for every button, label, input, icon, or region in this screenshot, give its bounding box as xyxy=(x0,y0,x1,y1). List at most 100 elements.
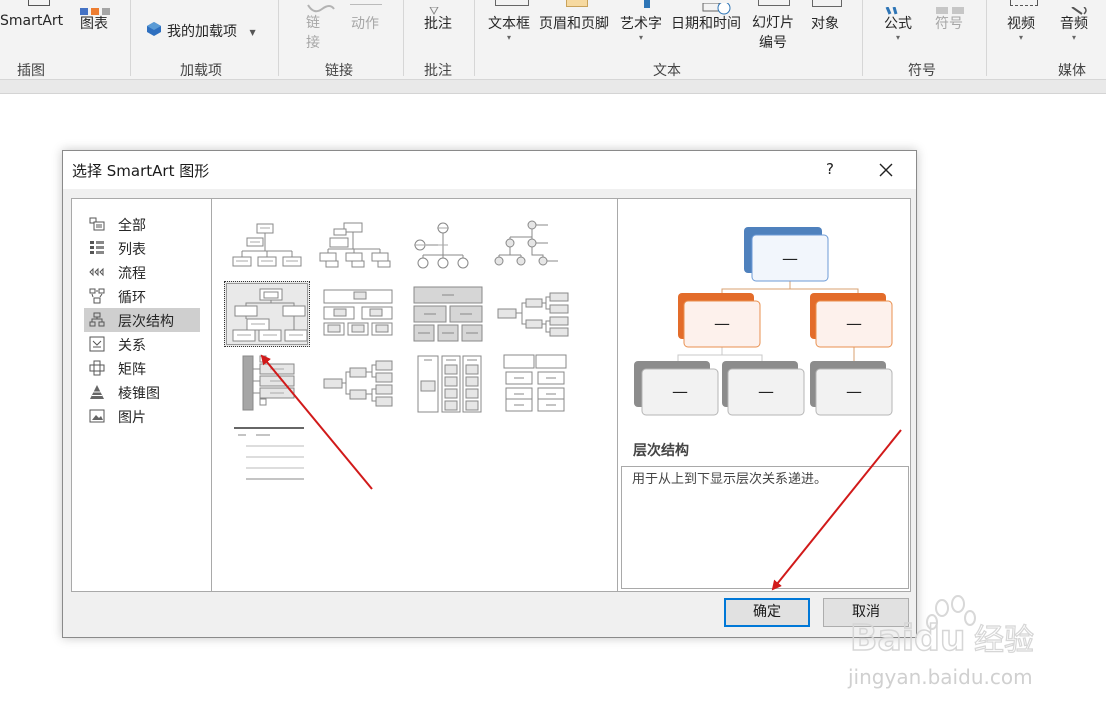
hierarchy-thumbnail xyxy=(232,288,308,342)
layout-thumbnail-tree-list[interactable] xyxy=(224,423,310,489)
video-label: 视频 xyxy=(1007,16,1035,32)
category-label: 全部 xyxy=(118,218,146,234)
category-label: 循环 xyxy=(118,290,146,306)
preview-description: 用于从上到下显示层次关系递进。 xyxy=(621,466,909,589)
chevron-down-icon: ▾ xyxy=(506,33,511,42)
category-label: 层次结构 xyxy=(118,314,174,330)
object-icon xyxy=(812,0,842,7)
preview-title: 层次结构 xyxy=(633,443,689,459)
video-button[interactable]: 视频 ▾ xyxy=(1007,13,1035,43)
textbox-label: 文本框 xyxy=(488,16,530,32)
ribbon-separator xyxy=(862,0,863,76)
circle-org-thumbnail xyxy=(414,222,469,269)
group-label-text: 文本 xyxy=(653,63,681,79)
ribbon-separator xyxy=(130,0,131,76)
category-item-matrix[interactable]: 矩阵 xyxy=(84,356,200,380)
audio-button[interactable]: 音频 ▾ xyxy=(1060,13,1088,43)
textbox-button[interactable]: 文本框 ▾ xyxy=(488,13,530,43)
preview-node-text: — xyxy=(782,249,798,268)
relationship-icon xyxy=(89,336,105,352)
category-item-list[interactable]: 列表 xyxy=(84,236,200,260)
ribbon-separator xyxy=(474,0,475,76)
layout-thumbnail-horizontal-hierarchy[interactable] xyxy=(488,281,574,347)
object-button[interactable]: 对象 xyxy=(811,13,839,33)
equation-label: 公式 xyxy=(884,16,912,32)
layout-thumbnail-labeled-hierarchy[interactable] xyxy=(488,211,574,277)
table-hierarchy-thumbnail xyxy=(323,289,393,336)
header-footer-button[interactable]: 页眉和页脚 xyxy=(539,13,609,33)
dialog-title-bar: 选择 SmartArt 图形 ? xyxy=(63,151,916,189)
group-label-symbols: 符号 xyxy=(908,63,936,79)
close-icon xyxy=(879,163,893,177)
smartart-button[interactable]: SmartArt xyxy=(0,13,63,29)
layout-gallery xyxy=(211,198,618,592)
slide-number-button[interactable]: 幻灯片 编号 xyxy=(752,13,794,53)
comment-button[interactable]: 批注 xyxy=(424,13,452,33)
chevron-down-icon: ▼ xyxy=(249,27,256,37)
process-icon xyxy=(89,267,104,277)
layout-thumbnail-table-hierarchy[interactable] xyxy=(312,281,398,347)
baidu-watermark: Baidu 经验 jingyan.baidu.com xyxy=(846,592,1046,696)
layout-thumbnail-hierarchy-list[interactable] xyxy=(224,351,310,417)
category-label: 图片 xyxy=(118,410,146,426)
chevron-down-icon: ▾ xyxy=(895,33,900,42)
org-chart-thumbnail xyxy=(232,223,302,267)
preview-node-text: — xyxy=(846,314,862,333)
smartart-dialog: 选择 SmartArt 图形 ? 全部 列表 流程 循环 层次结构 关系 矩阵 … xyxy=(62,150,917,638)
lined-list-thumbnail xyxy=(503,354,567,412)
category-label: 关系 xyxy=(118,338,146,354)
watermark-brand-cn: 经验 xyxy=(974,623,1034,658)
category-item-pyramid[interactable]: 棱锥图 xyxy=(84,380,200,404)
help-button[interactable]: ? xyxy=(818,157,842,181)
dialog-title: 选择 SmartArt 图形 xyxy=(72,162,210,180)
category-item-all[interactable]: 全部 xyxy=(84,212,200,236)
my-addins-button[interactable]: 我的加载项 ▼ xyxy=(145,21,256,41)
ribbon: SmartArt 图表 插图 我的加载项 ▼ 加载项 链 接 动作 链接 批注 … xyxy=(0,0,1106,80)
chevron-down-icon: ▾ xyxy=(1071,33,1076,42)
category-item-picture[interactable]: 图片 xyxy=(84,404,200,428)
ok-button[interactable]: 确定 xyxy=(724,598,810,627)
matrix-icon xyxy=(89,360,105,376)
addins-icon xyxy=(147,22,161,36)
cycle-icon xyxy=(89,288,105,304)
datetime-button[interactable]: 日期和时间 xyxy=(671,13,741,33)
category-item-hierarchy[interactable]: 层次结构 xyxy=(84,308,200,332)
action-button[interactable]: 动作 xyxy=(351,13,379,33)
preview-node-text: — xyxy=(846,382,862,401)
layout-thumbnail-hierarchy[interactable] xyxy=(224,281,310,347)
baidu-logo: Baidu 经验 jingyan.baidu.com xyxy=(847,595,1035,689)
preview-pane: — — — — — — 层次结构 用于从上到下显示层次关系递进。 xyxy=(617,198,911,592)
layout-thumbnail-org-chart[interactable] xyxy=(224,211,310,277)
audio-label: 音频 xyxy=(1060,16,1088,32)
chart-button[interactable]: 图表 xyxy=(80,13,108,33)
layout-thumbnail-horizontal-multi-level[interactable] xyxy=(312,351,398,417)
hierarchy-preview-diagram: — — — — — — xyxy=(634,227,893,416)
category-item-cycle[interactable]: 循环 xyxy=(84,284,200,308)
equation-button[interactable]: 公式 ▾ xyxy=(884,13,912,43)
tree-list-thumbnail xyxy=(234,427,304,480)
preview-node-text: — xyxy=(672,382,688,401)
layout-thumbnail-name-title-org[interactable] xyxy=(312,211,398,277)
horizontal-table-thumbnail xyxy=(413,286,483,342)
smartart-label: SmartArt xyxy=(0,13,64,29)
layout-thumbnail-lined-list[interactable] xyxy=(488,351,574,417)
architecture-thumbnail xyxy=(417,355,482,413)
pyramid-icon xyxy=(90,385,104,399)
category-label: 棱锥图 xyxy=(118,386,160,402)
watermark-brand: Baidu xyxy=(850,618,965,659)
category-item-process[interactable]: 流程 xyxy=(84,260,200,284)
symbol-label: 符号 xyxy=(935,16,963,32)
wordart-button[interactable]: 艺术字 ▾ xyxy=(620,13,662,43)
ribbon-separator xyxy=(278,0,279,76)
symbol-button[interactable]: 符号 xyxy=(935,13,963,33)
preview-node-text: — xyxy=(714,314,730,333)
category-item-relationship[interactable]: 关系 xyxy=(84,332,200,356)
link-button[interactable]: 链 接 xyxy=(306,13,320,53)
video-icon xyxy=(1010,0,1038,6)
layout-thumbnail-horizontal-table[interactable] xyxy=(400,281,486,347)
layout-thumbnail-circle-org[interactable] xyxy=(400,211,486,277)
object-label: 对象 xyxy=(811,16,839,32)
layout-thumbnail-architecture[interactable] xyxy=(400,351,486,417)
close-button[interactable] xyxy=(871,157,901,183)
chevron-down-icon: ▾ xyxy=(1018,33,1023,42)
